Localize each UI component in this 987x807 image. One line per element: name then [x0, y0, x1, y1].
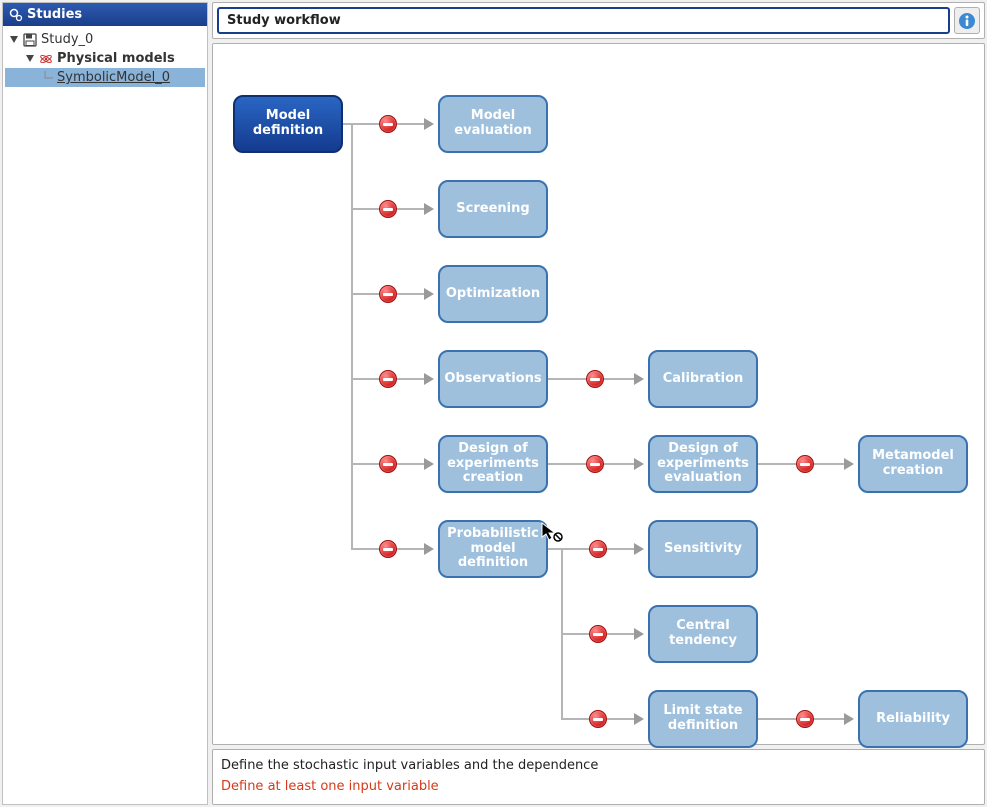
node-doe-creation[interactable]: Design of experiments creation [438, 435, 548, 493]
info-button[interactable] [954, 7, 980, 34]
stop-icon [379, 370, 397, 388]
arrow-icon [844, 713, 854, 725]
arrow-icon [634, 373, 644, 385]
chevron-down-icon[interactable] [9, 35, 19, 45]
stop-icon [379, 455, 397, 473]
stop-icon [796, 710, 814, 728]
node-limit-state-def[interactable]: Limit state definition [648, 690, 758, 748]
tree-item-symbolic-model[interactable]: SymbolicModel_0 [5, 68, 205, 87]
main-area: Study workflow Model definition Model ev… [212, 2, 985, 805]
tree-label-study: Study_0 [41, 32, 93, 47]
arrow-icon [424, 373, 434, 385]
stop-icon [379, 285, 397, 303]
tree-item-physical-models[interactable]: Physical models [5, 49, 205, 68]
stop-icon [589, 625, 607, 643]
studies-sidebar: Studies Study_0 Physical models Symbolic… [2, 2, 208, 805]
arrow-icon [424, 203, 434, 215]
tree-item-study[interactable]: Study_0 [5, 30, 205, 49]
node-doe-evaluation[interactable]: Design of experiments evaluation [648, 435, 758, 493]
message-error: Define at least one input variable [221, 777, 976, 798]
node-model-definition[interactable]: Model definition [233, 95, 343, 153]
node-observations[interactable]: Observations [438, 350, 548, 408]
save-icon [23, 33, 37, 47]
chevron-down-icon[interactable] [25, 54, 35, 64]
workflow-canvas: Model definition Model evaluation Screen… [212, 43, 985, 745]
message-panel: Define the stochastic input variables an… [212, 749, 985, 805]
node-sensitivity[interactable]: Sensitivity [648, 520, 758, 578]
node-model-evaluation[interactable]: Model evaluation [438, 95, 548, 153]
tree-branch-icon [43, 71, 53, 85]
node-metamodel-creation[interactable]: Metamodel creation [858, 435, 968, 493]
arrow-icon [634, 713, 644, 725]
node-calibration[interactable]: Calibration [648, 350, 758, 408]
message-info: Define the stochastic input variables an… [221, 756, 976, 777]
gears-icon [9, 8, 23, 22]
connector [351, 123, 353, 550]
arrow-icon [634, 628, 644, 640]
stop-icon [379, 540, 397, 558]
node-optimization[interactable]: Optimization [438, 265, 548, 323]
stop-icon [796, 455, 814, 473]
workflow-panel: Study workflow [212, 2, 985, 39]
stop-icon [586, 370, 604, 388]
node-reliability[interactable]: Reliability [858, 690, 968, 748]
arrow-icon [424, 288, 434, 300]
node-central-tendency[interactable]: Central tendency [648, 605, 758, 663]
info-icon [958, 12, 976, 30]
node-prob-model-def[interactable]: Probabilistic model definition [438, 520, 548, 578]
atom-icon [39, 52, 53, 66]
studies-tree: Study_0 Physical models SymbolicModel_0 [3, 26, 207, 91]
stop-icon [589, 710, 607, 728]
stop-icon [379, 115, 397, 133]
node-screening[interactable]: Screening [438, 180, 548, 238]
arrow-icon [634, 543, 644, 555]
arrow-icon [844, 458, 854, 470]
stop-icon [379, 200, 397, 218]
stop-icon [586, 455, 604, 473]
sidebar-title: Studies [27, 7, 82, 22]
stop-icon [589, 540, 607, 558]
workflow-title: Study workflow [217, 7, 950, 34]
tree-label-physical-models: Physical models [57, 51, 175, 66]
arrow-icon [424, 118, 434, 130]
arrow-icon [424, 543, 434, 555]
sidebar-header: Studies [3, 3, 207, 26]
arrow-icon [634, 458, 644, 470]
tree-label-symbolic-model: SymbolicModel_0 [57, 70, 170, 85]
arrow-icon [424, 458, 434, 470]
